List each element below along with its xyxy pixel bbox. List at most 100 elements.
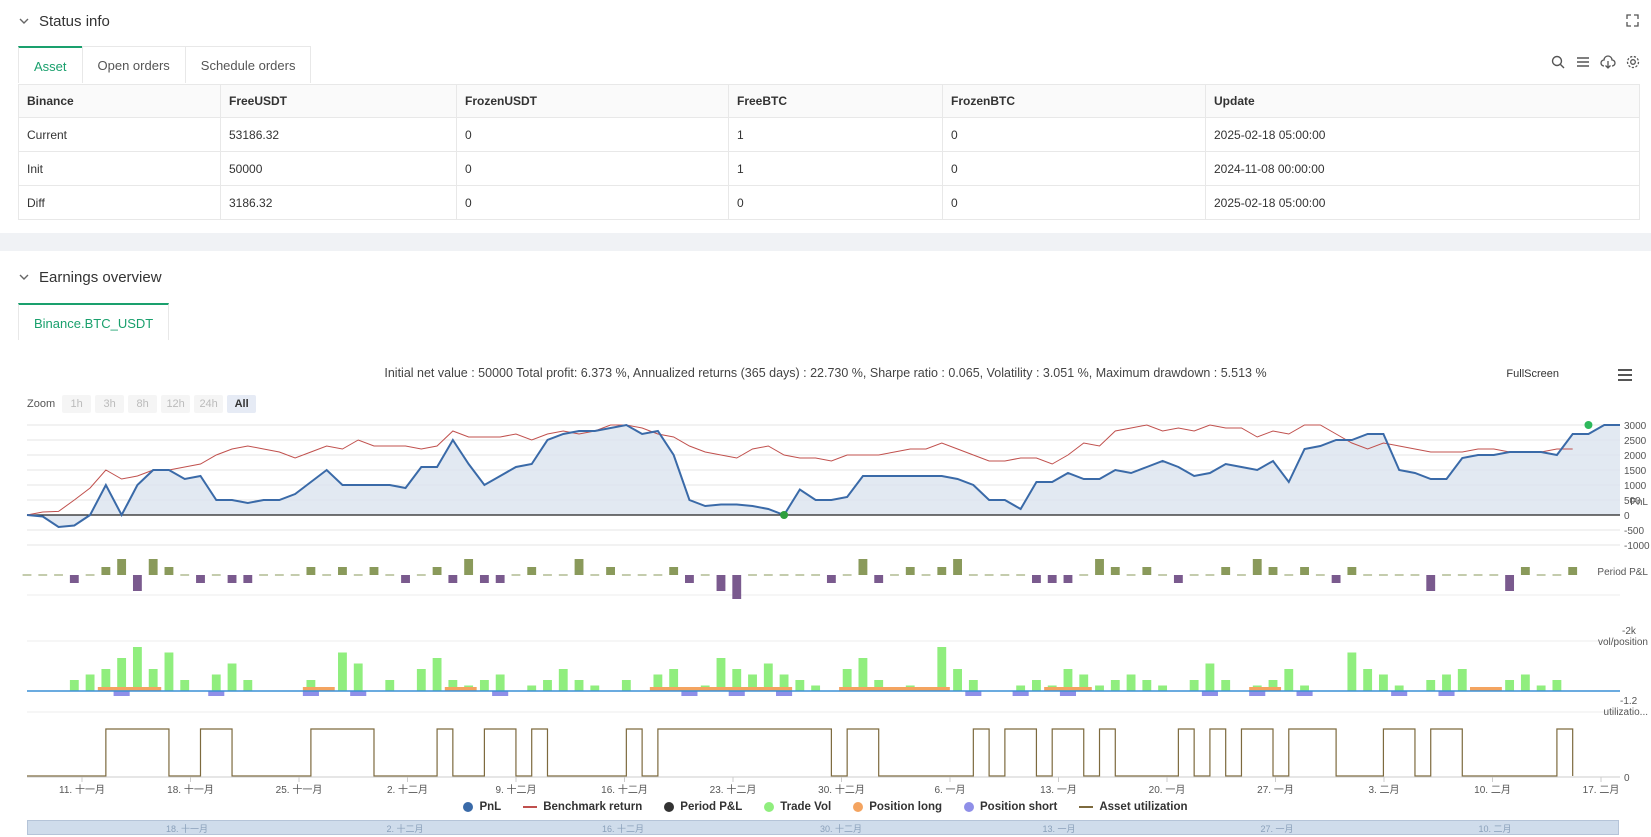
panel-label-pnl: PnL [1630, 497, 1648, 508]
chevron-down-icon[interactable] [17, 270, 31, 284]
trade-vol-bar [968, 680, 978, 691]
x-tick-label: 11. 十一月 [59, 783, 105, 796]
period-pnl-bar [1205, 574, 1215, 576]
trade-vol-bar [858, 658, 868, 691]
period-pnl-bar [763, 574, 773, 576]
period-pnl-bar [1457, 574, 1467, 576]
legend-item-pnl[interactable]: PnL [463, 801, 501, 813]
period-pnl-bar [479, 575, 489, 583]
cell: 0 [942, 117, 1206, 152]
trade-vol-bar [527, 685, 537, 691]
period-pnl-bar [1158, 574, 1168, 576]
trade-vol-bar [590, 685, 600, 691]
trade-vol-bar [558, 669, 568, 691]
x-tick-label: 25. 十一月 [276, 783, 323, 796]
trade-vol-bar [416, 669, 426, 691]
legend-marker-icon [463, 802, 474, 812]
asset-table: Binance FreeUSDT FrozenUSDT FreeBTC Froz… [18, 84, 1640, 220]
zoom-8h-button[interactable]: 8h [128, 395, 158, 413]
legend-marker-icon [764, 802, 775, 812]
zoom-1h-button[interactable]: 1h [62, 395, 92, 413]
tab-schedule-orders[interactable]: Schedule orders [184, 46, 312, 83]
trade-vol-bar [385, 680, 395, 691]
trade-vol-bar [1221, 680, 1231, 691]
tab-binance-btc-usdt[interactable]: Binance.BTC_USDT [18, 303, 170, 340]
tab-asset[interactable]: Asset [18, 46, 83, 83]
legend-item-period-pnl[interactable]: Period P&L [664, 801, 742, 813]
zoom-all-button[interactable]: All [227, 395, 257, 413]
period-pnl-bar [54, 574, 63, 576]
legend-marker-icon [1079, 806, 1094, 808]
trade-vol-bar [1505, 680, 1515, 691]
period-pnl-bar [85, 574, 95, 576]
period-pnl-bar [606, 567, 615, 575]
legend-item-position-short[interactable]: Position short [964, 801, 1057, 813]
legend-item-asset-utilization[interactable]: Asset utilization [1079, 801, 1188, 813]
list-icon[interactable] [1575, 54, 1591, 70]
period-pnl-bar [1173, 575, 1183, 583]
period-pnl-bar [905, 567, 915, 575]
cell: 2024-11-08 00:00:00 [1205, 151, 1640, 186]
asset-utilization-line [27, 728, 1574, 777]
trade-vol-bar [953, 669, 962, 691]
period-pnl-bar [890, 574, 899, 576]
legend-item-position-long[interactable]: Position long [853, 801, 942, 813]
table-header-row: Binance FreeUSDT FrozenUSDT FreeBTC Froz… [18, 84, 1640, 118]
zoom-3h-button[interactable]: 3h [95, 395, 125, 413]
period-pnl-bar [1315, 574, 1325, 576]
earnings-chart[interactable]: 300025002000150010005000-500-1000PnL-2kP… [0, 415, 1651, 800]
period-pnl-bar [874, 575, 884, 583]
menu-icon[interactable] [1617, 368, 1633, 382]
trade-vol-bar [1032, 680, 1041, 691]
trade-vol-bar [1457, 669, 1467, 691]
trade-vol-bar [180, 680, 190, 691]
row-name-link[interactable]: Current [18, 117, 221, 152]
status-info-header[interactable]: Status info [0, 0, 1651, 42]
period-pnl-bar [1378, 574, 1388, 576]
period-pnl-bar [1473, 574, 1483, 576]
trade-vol-bar [1363, 669, 1373, 691]
trade-vol-bar [338, 652, 347, 691]
period-pnl-bar [464, 559, 474, 575]
gear-icon[interactable] [1625, 54, 1641, 70]
cell: 0 [942, 185, 1206, 220]
period-pnl-bar [779, 574, 789, 576]
search-icon[interactable] [1550, 54, 1566, 70]
table-row: Init 50000 0 1 0 2024-11-08 00:00:00 [18, 151, 1640, 186]
section-divider [0, 233, 1651, 251]
cell: 0 [456, 185, 729, 220]
cloud-download-icon[interactable] [1600, 54, 1616, 70]
period-pnl-bar [1520, 567, 1530, 575]
legend-marker-icon [664, 802, 675, 812]
chevron-down-icon[interactable] [17, 14, 31, 28]
period-pnl-bar [1095, 559, 1104, 575]
panel-label-vol: vol/position [1598, 637, 1648, 648]
y-tick-label: 1000 [1624, 481, 1647, 492]
zoom-24h-button[interactable]: 24h [194, 395, 224, 413]
fullscreen-icon[interactable] [1626, 14, 1639, 27]
period-pnl-bar [1063, 575, 1073, 583]
x-tick-label: 2. 十二月 [387, 783, 428, 796]
table-row: Current 53186.32 0 1 0 2025-02-18 05:00:… [18, 117, 1640, 152]
trade-vol-bar [495, 674, 505, 691]
x-tick-label: 3. 二月 [1368, 784, 1399, 796]
period-pnl-bar [416, 574, 426, 576]
trade-vol-bar [716, 658, 726, 691]
cell: 0 [456, 117, 729, 152]
y-tick-label: 2000 [1624, 451, 1647, 462]
legend-item-trade-vol[interactable]: Trade Vol [764, 801, 831, 813]
zoom-12h-button[interactable]: 12h [161, 395, 191, 413]
trade-vol-bar [1394, 685, 1404, 691]
trade-vol-bar [795, 680, 805, 691]
cell: 3186.32 [220, 185, 457, 220]
earnings-overview-header[interactable]: Earnings overview [0, 256, 1651, 298]
tab-open-orders[interactable]: Open orders [81, 46, 186, 83]
legend-marker-icon [523, 806, 538, 808]
drawdown-marker [780, 511, 789, 519]
period-pnl-bar [511, 574, 521, 576]
fullscreen-button[interactable]: FullScreen [1506, 368, 1559, 380]
period-pnl-bar [1189, 574, 1199, 576]
period-pnl-bar [196, 575, 205, 583]
legend-item-benchmark[interactable]: Benchmark return [523, 801, 642, 813]
period-pnl-bar [1221, 567, 1231, 575]
